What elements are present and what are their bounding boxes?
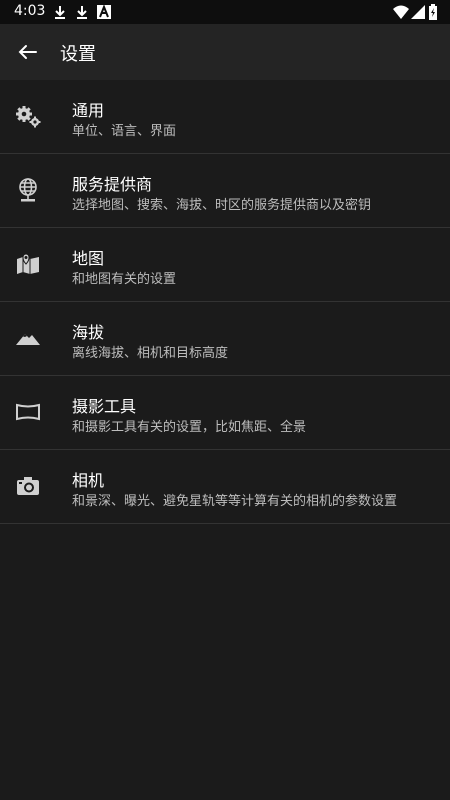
- page-title: 设置: [60, 44, 96, 65]
- frame-icon: [16, 403, 40, 421]
- a-icon: [97, 4, 111, 19]
- settings-item-photo-tools[interactable]: 摄影工具 和摄影工具有关的设置，比如焦距、全景: [0, 376, 450, 450]
- settings-list: 通用 单位、语言、界面 服务提供商 选择地图、搜索、海拔、时区的服务提供商以及密…: [0, 80, 450, 524]
- settings-item-subtitle: 和摄影工具有关的设置，比如焦距、全景: [72, 420, 307, 435]
- arrow-left-icon[interactable]: [12, 36, 44, 68]
- app-bar: 设置: [0, 24, 450, 80]
- settings-item-title: 服务提供商: [72, 175, 153, 194]
- settings-item-subtitle: 选择地图、搜索、海拔、时区的服务提供商以及密钥: [72, 198, 372, 213]
- settings-item-camera[interactable]: 相机 和景深、曝光、避免星轨等等计算有关的相机的参数设置: [0, 450, 450, 524]
- settings-item-subtitle: 和景深、曝光、避免星轨等等计算有关的相机的参数设置: [72, 494, 398, 509]
- settings-item-general[interactable]: 通用 单位、语言、界面: [0, 80, 450, 154]
- settings-item-title: 地图: [72, 249, 105, 268]
- globe-icon: [19, 178, 37, 202]
- wifi-icon: [393, 5, 409, 19]
- download-icon: [77, 6, 87, 19]
- download-icon: [55, 6, 65, 19]
- gears-icon: [16, 106, 41, 128]
- status-bar: 4:03: [0, 0, 450, 24]
- settings-item-subtitle: 单位、语言、界面: [72, 124, 177, 139]
- mountain-icon: [16, 334, 40, 345]
- map-icon: [17, 253, 39, 274]
- settings-item-title: 通用: [72, 101, 105, 120]
- settings-item-service-providers[interactable]: 服务提供商 选择地图、搜索、海拔、时区的服务提供商以及密钥: [0, 154, 450, 228]
- settings-item-subtitle: 和地图有关的设置: [72, 272, 177, 287]
- settings-item-title: 相机: [72, 471, 105, 490]
- battery-icon: [429, 4, 437, 20]
- signal-icon: [411, 5, 425, 19]
- settings-item-elevation[interactable]: 海拔 离线海拔、相机和目标高度: [0, 302, 450, 376]
- settings-item-subtitle: 离线海拔、相机和目标高度: [72, 346, 229, 361]
- settings-item-map[interactable]: 地图 和地图有关的设置: [0, 228, 450, 302]
- settings-item-title: 摄影工具: [72, 397, 137, 416]
- status-time: 4:03: [14, 3, 46, 19]
- camera-icon: [17, 477, 39, 495]
- settings-item-title: 海拔: [72, 323, 105, 342]
